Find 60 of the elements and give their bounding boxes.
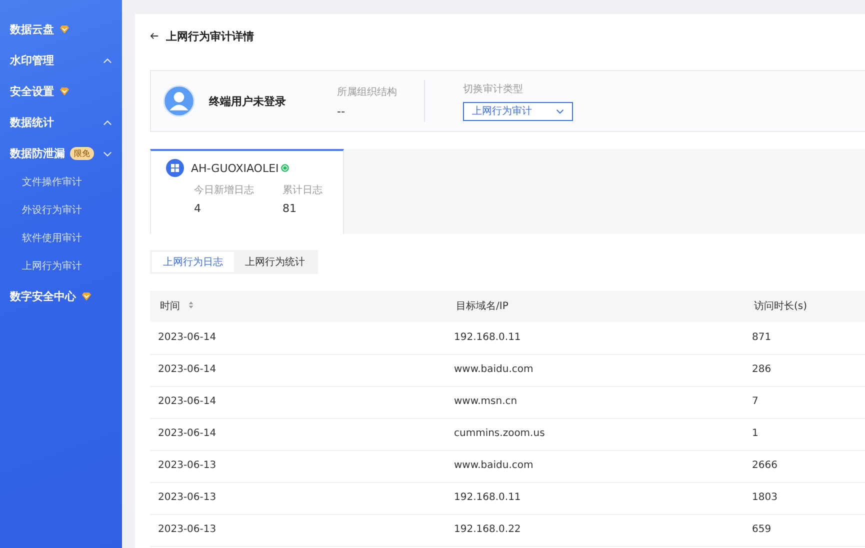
free-badge: 限免 [70,147,94,160]
table-cell: 192.168.0.22 [454,524,521,535]
org-label: 所属组织结构 [337,86,397,98]
column-header: 访问时长(s) [754,300,808,312]
menu-item[interactable]: 数字安全中心 [0,281,122,312]
diamond-icon [59,87,70,96]
device-name: AH-GUOXIAOLEI [191,162,279,174]
table-cell: 2023-06-14 [158,396,216,407]
stat-value: 81 [282,202,298,215]
table-cell: 192.168.0.11 [454,332,521,343]
table-cell: www.baidu.com [454,364,534,375]
tab[interactable]: 上网行为日志 [152,252,234,272]
avatar-icon [163,85,195,117]
chevron-icon[interactable] [103,150,112,156]
submenu-item[interactable]: 外设行为审计 [0,197,122,225]
submenu-item[interactable]: 软件使用审计 [0,225,122,253]
column-header: 目标域名/IP [456,300,508,312]
tab[interactable]: 上网行为统计 [234,252,316,272]
device-card[interactable]: AH-GUOXIAOLEI 今日新增日志 4 累计日志 81 [150,149,344,234]
menu-item[interactable]: 数据云盘 [0,14,122,45]
table-cell: 2023-06-13 [158,460,216,471]
table-cell: 871 [752,332,772,343]
table-cell: cummins.zoom.us [454,428,545,439]
table-cell: 286 [752,364,772,375]
table-cell: 659 [752,524,772,535]
stat-label: 今日新增日志 [194,184,254,197]
table-cell: 7 [752,396,758,407]
column-header: 时间 [160,300,180,312]
chevron-icon[interactable] [103,58,112,64]
table-cell: 1 [752,428,758,439]
chevron-icon[interactable] [103,120,112,126]
table-cell: 2023-06-13 [158,524,216,535]
menu-item[interactable]: 安全设置 [0,76,122,107]
page-title: 上网行为审计详情 [166,28,254,44]
chevron-icon [556,108,564,114]
submenu-item[interactable]: 上网行为审计 [0,253,122,281]
windows-icon [166,159,184,177]
menu-item[interactable]: 数据防泄漏 限免 [0,138,122,169]
user-name: 终端用户未登录 [209,94,287,108]
org-value: -- [337,104,346,118]
table-cell: 1803 [752,492,778,503]
sort-icon[interactable] [188,300,194,308]
table-cell: 2023-06-13 [158,492,216,503]
audit-type-label: 切换审计类型 [463,82,524,96]
submenu-item[interactable]: 文件操作审计 [0,169,122,197]
table-cell: 2023-06-14 [158,364,216,375]
table-cell: 2023-06-14 [158,428,216,439]
diamond-icon [59,25,70,34]
back-arrow-icon[interactable] [150,32,159,40]
stat-value: 4 [194,202,202,215]
stat-label: 累计日志 [282,184,324,197]
table-cell: 2666 [752,460,778,471]
table-cell: 2023-06-14 [158,332,216,343]
diamond-icon [81,292,92,301]
table-cell: www.baidu.com [454,460,534,471]
table-cell: 192.168.0.11 [454,492,521,503]
audit-type-select[interactable]: 上网行为审计 [463,102,573,120]
menu-item[interactable]: 水印管理 [0,45,122,76]
table-cell: www.msn.cn [454,396,518,407]
menu-item[interactable]: 数据统计 [0,107,122,138]
